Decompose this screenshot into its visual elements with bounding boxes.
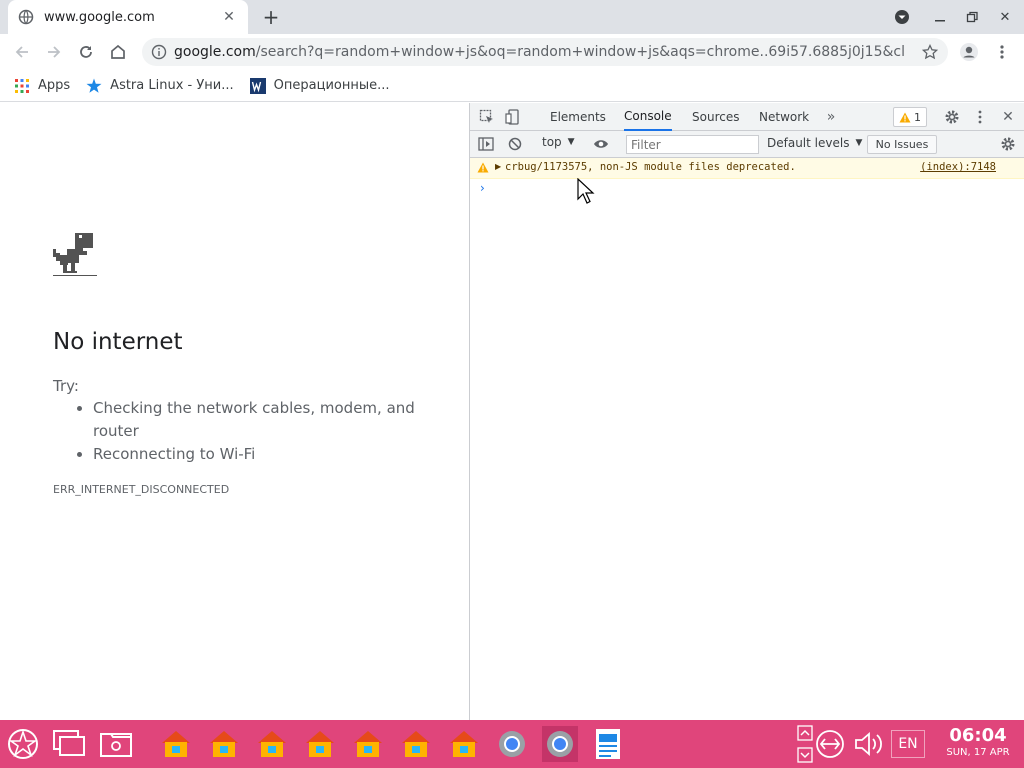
tab-strip: www.google.com ✕ + ✕ <box>0 0 1024 34</box>
error-code: ERR_INTERNET_DISCONNECTED <box>53 483 230 496</box>
document-viewer-icon[interactable] <box>590 726 626 762</box>
star-icon <box>86 78 102 94</box>
bookmark-os[interactable]: Операционные... <box>249 77 390 94</box>
desktops-icon[interactable] <box>51 726 87 762</box>
live-expression-eye-icon[interactable] <box>591 134 611 154</box>
clear-console-icon[interactable] <box>505 134 525 154</box>
new-tab-button[interactable]: + <box>260 5 282 29</box>
url-path: /search?q=random+window+js&oq=random+win… <box>255 44 904 60</box>
home-icon[interactable] <box>106 40 130 64</box>
suggestion-list: Checking the network cables, modem, and … <box>75 397 415 466</box>
browser-toolbar: google.com/search?q=random+window+js&oq=… <box>0 34 1024 70</box>
console-source-link[interactable]: (index):7148 <box>920 161 996 173</box>
issues-button[interactable]: No Issues <box>867 135 937 154</box>
log-levels-label: Default levels <box>767 136 850 150</box>
settings-gear-icon[interactable] <box>942 107 962 127</box>
console-prompt[interactable]: › <box>480 181 485 195</box>
log-levels-dropdown[interactable]: Default levels ▼ <box>767 136 862 150</box>
dinosaur-icon <box>53 233 97 277</box>
tab-sources[interactable]: Sources <box>692 103 739 131</box>
taskbar: EN 06:04 SUN, 17 APR <box>0 720 1024 768</box>
page-content: No internet Try: Checking the network ca… <box>0 103 469 720</box>
home-folder-icon[interactable] <box>254 726 290 762</box>
bookmark-label: Astra Linux - Уни... <box>110 78 234 93</box>
dropdown-arrow-icon: ▼ <box>855 138 863 148</box>
sidebar-toggle-icon[interactable] <box>476 134 496 154</box>
w-logo-icon <box>249 77 266 94</box>
clock-time: 06:04 <box>949 725 1007 746</box>
expand-triangle-icon[interactable]: ▶ <box>495 162 501 171</box>
devtools-menu-icon[interactable] <box>970 107 990 127</box>
chrome-icon[interactable] <box>494 726 530 762</box>
clock[interactable]: 06:04 SUN, 17 APR <box>938 726 1018 760</box>
bookmarks-bar: Apps Astra Linux - Уни... Операционные..… <box>0 70 1024 102</box>
file-manager-icon[interactable] <box>98 726 134 762</box>
page-title: No internet <box>53 329 183 355</box>
context-label: top <box>542 135 562 149</box>
bookmark-star-icon[interactable] <box>920 42 940 62</box>
tab-network[interactable]: Network <box>759 103 809 131</box>
console-filter-input[interactable] <box>626 135 759 154</box>
devtools-panel: Elements Console Sources Network » 1 ✕ t… <box>469 103 1024 720</box>
try-label: Try: <box>53 377 79 395</box>
bookmark-astra-linux[interactable]: Astra Linux - Уни... <box>86 78 234 94</box>
url-text[interactable]: google.com/search?q=random+window+js&oq=… <box>174 44 904 60</box>
console-toolbar: top ▼ Default levels ▼ No Issues <box>470 131 1024 158</box>
console-message-text: crbug/1173575, non-JS module files depre… <box>505 161 796 173</box>
url-host: google.com <box>174 44 256 60</box>
tab-console[interactable]: Console <box>624 103 672 131</box>
warning-icon <box>899 112 911 122</box>
tab-title: www.google.com <box>44 9 155 25</box>
suggestion-item: Reconnecting to Wi-Fi <box>75 443 415 466</box>
home-folder-icon[interactable] <box>206 726 242 762</box>
browser-tab[interactable]: www.google.com ✕ <box>8 0 248 34</box>
warning-icon <box>477 162 489 177</box>
start-menu-icon[interactable] <box>5 726 41 762</box>
bookmark-label: Apps <box>38 78 71 93</box>
home-folder-icon[interactable] <box>302 726 338 762</box>
info-icon[interactable] <box>150 43 168 61</box>
suggestion-item: Checking the network cables, modem, and … <box>75 397 415 443</box>
address-bar[interactable]: google.com/search?q=random+window+js&oq=… <box>142 38 948 66</box>
restore-icon[interactable] <box>960 5 984 29</box>
warning-count: 1 <box>914 110 921 124</box>
menu-icon[interactable] <box>990 40 1014 64</box>
bookmark-apps[interactable]: Apps <box>14 78 70 94</box>
device-toolbar-icon[interactable] <box>503 107 523 127</box>
minimize-icon[interactable] <box>928 5 952 29</box>
bookmark-label: Операционные... <box>273 78 390 93</box>
profile-avatar-icon[interactable] <box>957 40 981 64</box>
context-selector[interactable]: top ▼ <box>542 135 575 149</box>
volume-icon[interactable] <box>851 726 887 762</box>
keyboard-language-indicator[interactable]: EN <box>891 730 925 758</box>
close-tab-icon[interactable]: ✕ <box>220 8 238 26</box>
forward-icon[interactable] <box>42 40 66 64</box>
reload-icon[interactable] <box>74 40 98 64</box>
home-folder-icon[interactable] <box>158 726 194 762</box>
console-settings-gear-icon[interactable] <box>998 134 1018 154</box>
devtools-tabbar: Elements Console Sources Network » 1 ✕ <box>470 103 1024 131</box>
home-folder-icon[interactable] <box>446 726 482 762</box>
close-devtools-icon[interactable]: ✕ <box>998 107 1018 127</box>
inspect-element-icon[interactable] <box>477 107 497 127</box>
clock-date: SUN, 17 APR <box>946 747 1010 758</box>
console-warning-message[interactable]: ▶ crbug/1173575, non-JS module files dep… <box>470 158 1024 179</box>
more-tabs-icon[interactable]: » <box>821 107 841 127</box>
tab-elements[interactable]: Elements <box>550 103 606 131</box>
tab-search-icon[interactable] <box>890 5 914 29</box>
home-folder-icon[interactable] <box>350 726 386 762</box>
apps-grid-icon <box>14 78 30 94</box>
home-folder-icon[interactable] <box>398 726 434 762</box>
dropdown-arrow-icon: ▼ <box>567 137 575 147</box>
warning-count-badge[interactable]: 1 <box>893 107 927 127</box>
back-icon[interactable] <box>10 40 34 64</box>
mouse-cursor-icon <box>577 177 595 208</box>
close-window-icon[interactable]: ✕ <box>993 5 1017 29</box>
chrome-active-icon[interactable] <box>542 726 578 762</box>
globe-icon <box>18 9 34 25</box>
network-icon[interactable] <box>812 726 848 762</box>
